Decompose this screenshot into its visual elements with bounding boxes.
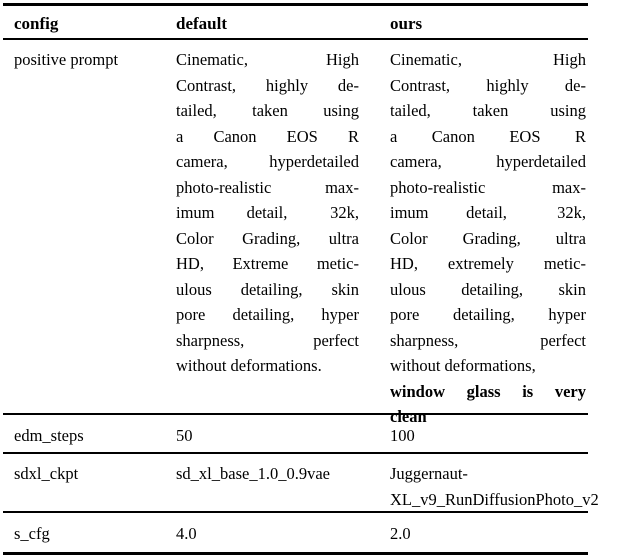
column-header-config: config <box>14 14 59 33</box>
config-comparison-table: config default ours positive prompt Cine… <box>0 0 640 557</box>
prompt-line: HD, Extreme metic- <box>176 254 359 273</box>
prompt-line: without deformations. <box>176 356 322 375</box>
row-label-positive-prompt: positive prompt <box>14 50 119 69</box>
prompt-line: a Canon EOS R <box>176 126 359 146</box>
prompt-line: camera, hyperdetailed <box>176 152 359 171</box>
cell-default-sdxl-ckpt: sd_xl_base_1.0_0.9vae <box>176 464 330 483</box>
row-label-sdxl-ckpt: sdxl_ckpt <box>14 464 79 483</box>
prompt-line: HD, extremely metic- <box>390 254 586 273</box>
prompt-line: pore detailing, hyper <box>176 305 359 324</box>
prompt-line: tailed, taken using <box>390 101 586 120</box>
ckpt-line: XL_v9_RunDiffusionPhoto_v2 <box>390 489 599 509</box>
table-header-rule <box>3 38 588 40</box>
cell-default-edm-steps: 50 <box>176 426 193 445</box>
cell-ours-sdxl-ckpt: Juggernaut- XL_v9_RunDiffusionPhoto_v2 <box>390 461 640 512</box>
row-label-edm-steps: edm_steps <box>14 426 84 445</box>
prompt-line: sharpness, perfect <box>176 330 359 350</box>
prompt-line: Color Grading, ultra <box>390 228 586 248</box>
cell-ours-edm-steps: 100 <box>390 426 415 445</box>
table-bottom-rule <box>3 552 588 555</box>
prompt-line: tailed, taken using <box>176 101 359 120</box>
prompt-line: imum detail, 32k, <box>390 203 586 222</box>
row-label-s-cfg: s_cfg <box>14 524 50 543</box>
prompt-line: camera, hyperdetailed <box>390 152 586 171</box>
prompt-line: Cinematic, High <box>176 50 359 69</box>
cell-default-positive-prompt: Cinematic, High Contrast, highly de- tai… <box>176 47 359 379</box>
ckpt-line: Juggernaut- <box>390 464 468 483</box>
prompt-line: Contrast, highly de- <box>390 75 586 95</box>
prompt-line: photo-realistic max- <box>390 177 586 197</box>
prompt-line: Contrast, highly de- <box>176 75 359 95</box>
column-header-ours: ours <box>390 14 423 33</box>
cell-ours-s-cfg: 2.0 <box>390 524 411 543</box>
prompt-line: imum detail, 32k, <box>176 203 359 222</box>
table-top-rule <box>3 3 588 6</box>
table-row-rule-2 <box>3 452 588 454</box>
prompt-line: sharpness, perfect <box>390 330 586 350</box>
prompt-line: Color Grading, ultra <box>176 228 359 248</box>
cell-default-s-cfg: 4.0 <box>176 524 197 543</box>
prompt-line: pore detailing, hyper <box>390 305 586 324</box>
prompt-highlight-line: window glass is very <box>390 381 586 401</box>
prompt-line: ulous detailing, skin <box>390 279 586 299</box>
prompt-line: Cinematic, High <box>390 50 586 69</box>
prompt-line: photo-realistic max- <box>176 177 359 197</box>
column-header-default: default <box>176 14 227 33</box>
prompt-line: ulous detailing, skin <box>176 279 359 299</box>
prompt-line: a Canon EOS R <box>390 126 586 146</box>
prompt-line: without deformations, <box>390 356 536 375</box>
cell-ours-positive-prompt: Cinematic, High Contrast, highly de- tai… <box>390 47 586 430</box>
